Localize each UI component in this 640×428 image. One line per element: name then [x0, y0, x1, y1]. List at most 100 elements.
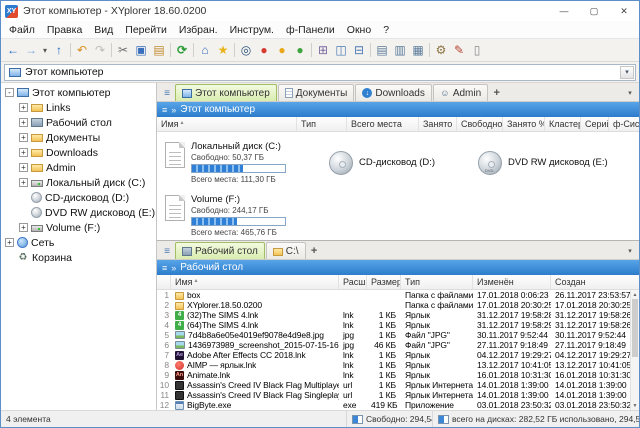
tab-this-pc[interactable]: Этот компьютер	[175, 84, 277, 101]
column-header-used-percent[interactable]: Занято %	[503, 117, 545, 131]
tree-expander[interactable]	[19, 193, 28, 202]
file-row[interactable]: 2 XYplorer.18.50.0200 Папка с файлами 17…	[157, 300, 630, 310]
column-header-serial[interactable]: Серийн...	[581, 117, 609, 131]
find-files-button[interactable]: ◎	[237, 41, 255, 59]
pane-menu-icon[interactable]: ≡	[162, 105, 167, 115]
color-filter-red-button[interactable]: ●	[255, 41, 273, 59]
file-row[interactable]: 8 AIMP — ярлык.lnk lnk 1 КБ Ярлык 13.12.…	[157, 360, 630, 370]
mini-tree-button[interactable]: ⊞	[314, 41, 332, 59]
tree-expander[interactable]: +	[19, 163, 28, 172]
drive-item-d[interactable]: CD-дисковод (D:)	[327, 136, 472, 189]
file-row[interactable]: 9 Animate.lnk lnk 1 КБ Ярлык 16.01.2018 …	[157, 370, 630, 380]
view-details-button[interactable]: ▤	[373, 41, 391, 59]
drive-item-f[interactable]: Volume (F:) Свободно: 244,17 ГБ Всего ме…	[163, 189, 323, 240]
column-header-type[interactable]: Тип	[401, 275, 473, 289]
tree-expander[interactable]: +	[19, 148, 28, 157]
tree-expander[interactable]	[19, 208, 28, 217]
bottom-breadcrumb-bar[interactable]: ≡ » Рабочий стол	[157, 260, 639, 275]
paste-button[interactable]: ▤	[150, 41, 168, 59]
column-header-total-space[interactable]: Всего места	[347, 117, 419, 131]
tree-expander[interactable]	[5, 253, 14, 262]
tree-item-this-pc[interactable]: - Этот компьютер	[1, 85, 156, 100]
close-button[interactable]: ✕	[609, 1, 639, 21]
up-button[interactable]: ↑	[50, 41, 68, 59]
tab-downloads[interactable]: Downloads	[355, 84, 431, 101]
vertical-scrollbar[interactable]: ▲ ▼	[630, 290, 639, 410]
column-header-name[interactable]: Имя▴	[171, 275, 339, 289]
tree-item-c-drive[interactable]: + Локальный диск (C:)	[1, 175, 156, 190]
address-combobox[interactable]: Этот компьютер ▾	[4, 64, 636, 81]
tree-expander[interactable]: +	[5, 238, 14, 247]
horizontal-panes-button[interactable]: ⊟	[350, 41, 368, 59]
cut-button[interactable]: ✂	[114, 41, 132, 59]
tree-expander[interactable]: +	[19, 118, 28, 127]
breadcrumb-label[interactable]: Рабочий стол	[180, 262, 243, 273]
tab-overflow-button[interactable]: ▾	[623, 85, 637, 101]
menu-item-view[interactable]: Вид	[88, 24, 119, 36]
column-header-type[interactable]: Тип	[297, 117, 347, 131]
column-header-created[interactable]: Создан	[551, 275, 639, 289]
column-header-ext[interactable]: Расш	[339, 275, 367, 289]
tree-expander[interactable]: +	[19, 223, 28, 232]
settings-button[interactable]: ⚙	[432, 41, 450, 59]
tree-expander[interactable]: +	[19, 103, 28, 112]
file-row[interactable]: 6 1436973989_screenshot_2015-07-15-16-20…	[157, 340, 630, 350]
column-header-cluster[interactable]: Кластер	[545, 117, 581, 131]
column-header-size[interactable]: Размер	[367, 275, 401, 289]
column-header-free[interactable]: Свободно	[457, 117, 503, 131]
menu-item-favorites[interactable]: Избран.	[173, 24, 224, 36]
tree-item-recycle-bin[interactable]: Корзина	[1, 250, 156, 265]
tree-item-desktop[interactable]: + Рабочий стол	[1, 115, 156, 130]
tree-item-d-drive[interactable]: CD-дисковод (D:)	[1, 190, 156, 205]
scroll-up-icon[interactable]: ▲	[631, 290, 639, 299]
color-filter-yellow-button[interactable]: ●	[273, 41, 291, 59]
view-thumbnails-button[interactable]: ▦	[409, 41, 427, 59]
menu-item-panes[interactable]: ф-Панели	[280, 24, 341, 36]
column-header-modified[interactable]: Изменён	[473, 275, 551, 289]
minimize-button[interactable]: —	[549, 1, 579, 21]
file-row[interactable]: 5 7d4b8a6e05e4019ef9078e4d9e8.jpg jpg 1 …	[157, 330, 630, 340]
menu-item-window[interactable]: Окно	[341, 24, 377, 36]
menu-item-edit[interactable]: Правка	[41, 24, 88, 36]
breadcrumb-label[interactable]: Этот компьютер	[180, 104, 255, 115]
address-dropdown-button[interactable]: ▾	[620, 66, 634, 79]
file-row[interactable]: 12 BigByte.exe exe 419 КБ Приложение 03.…	[157, 400, 630, 410]
column-header-used[interactable]: Занято	[419, 117, 457, 131]
tab-c-drive[interactable]: C:\	[266, 242, 306, 259]
menu-item-go[interactable]: Перейти	[119, 24, 173, 36]
redo-button[interactable]: ↷	[91, 41, 109, 59]
paper-folder-button[interactable]: ▯	[468, 41, 486, 59]
favorites-button[interactable]: ★	[214, 41, 232, 59]
menu-item-tools[interactable]: Инструм.	[224, 24, 280, 36]
file-row[interactable]: 11 Assassin's Creed IV Black Flag Single…	[157, 390, 630, 400]
file-row[interactable]: 1 box Папка с файлами 17.01.2018 0:06:23…	[157, 290, 630, 300]
view-list-button[interactable]: ▥	[391, 41, 409, 59]
column-header-name[interactable]: Имя▴	[157, 117, 297, 131]
tree-item-e-drive[interactable]: DVD RW дисковод (E:)	[1, 205, 156, 220]
color-filter-green-button[interactable]: ●	[291, 41, 309, 59]
scripts-button[interactable]: ✎	[450, 41, 468, 59]
tree-expander[interactable]: +	[19, 178, 28, 187]
tree-item-admin[interactable]: + Admin	[1, 160, 156, 175]
tree-item-links[interactable]: + Links	[1, 100, 156, 115]
file-row[interactable]: 10 Assassin's Creed IV Black Flag Multip…	[157, 380, 630, 390]
home-button[interactable]: ⌂	[196, 41, 214, 59]
undo-button[interactable]: ↶	[73, 41, 91, 59]
tree-expander[interactable]: -	[5, 88, 14, 97]
pane-menu-icon[interactable]: ≡	[162, 263, 167, 273]
file-row[interactable]: 3 (32)The SIMS 4.lnk lnk 1 КБ Ярлык 31.1…	[157, 310, 630, 320]
recent-dropdown-button[interactable]: ▾	[40, 41, 50, 59]
tree-item-documents[interactable]: + Документы	[1, 130, 156, 145]
drive-item-c[interactable]: Локальный диск (C:) Свободно: 50,37 ГБ В…	[163, 136, 323, 189]
tree-expander[interactable]: +	[19, 133, 28, 142]
refresh-button[interactable]: ⟳	[173, 41, 191, 59]
menu-item-help[interactable]: ?	[377, 24, 395, 36]
forward-button[interactable]: →	[22, 41, 40, 59]
new-tab-button[interactable]: +	[489, 85, 504, 101]
tab-list-button[interactable]: ≡	[159, 85, 175, 101]
copy-button[interactable]: ▣	[132, 41, 150, 59]
top-breadcrumb-bar[interactable]: ≡ » Этот компьютер	[157, 102, 639, 117]
dual-pane-button[interactable]: ◫	[332, 41, 350, 59]
column-header-filesystem[interactable]: ф-Система	[609, 117, 639, 131]
tree-item-f-drive[interactable]: + Volume (F:)	[1, 220, 156, 235]
